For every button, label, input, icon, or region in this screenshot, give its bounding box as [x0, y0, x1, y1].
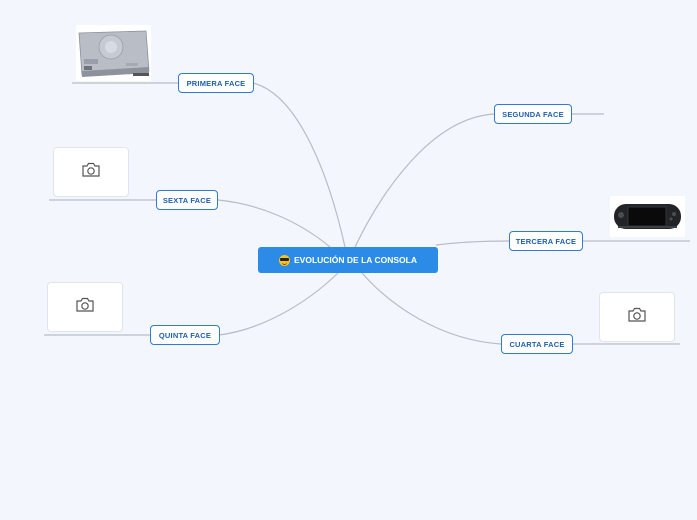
- link-quinta: [218, 272, 339, 336]
- link-tercera: [435, 240, 510, 246]
- camera-icon: [75, 297, 95, 318]
- central-topic-label: EVOLUCIÓN DE LA CONSOLA: [294, 255, 417, 265]
- link-sexta: [217, 199, 331, 248]
- camera-icon: [81, 162, 101, 183]
- topic-quinta-face[interactable]: QUINTA FACE: [150, 325, 220, 345]
- topic-label: TERCERA FACE: [515, 236, 577, 246]
- playstation-console-photo: [76, 25, 151, 81]
- topic-label: QUINTA FACE: [158, 330, 212, 340]
- topic-sexta-face[interactable]: SEXTA FACE: [156, 190, 218, 210]
- image-placeholder-cuarta[interactable]: [599, 292, 675, 342]
- link-segunda: [354, 113, 495, 248]
- sunglasses-emoji-icon: [279, 254, 291, 266]
- central-topic[interactable]: EVOLUCIÓN DE LA CONSOLA: [258, 247, 438, 273]
- topic-tercera-face[interactable]: TERCERA FACE: [509, 231, 583, 251]
- psp-handheld-photo: [610, 196, 685, 237]
- link-primera: [252, 82, 346, 248]
- topic-segunda-face[interactable]: SEGUNDA FACE: [494, 104, 572, 124]
- topic-label: SEXTA FACE: [162, 195, 212, 205]
- topic-label: CUARTA FACE: [509, 339, 565, 349]
- link-cuarta: [361, 272, 502, 345]
- topic-cuarta-face[interactable]: CUARTA FACE: [501, 334, 573, 354]
- camera-icon: [627, 307, 647, 328]
- topic-primera-face[interactable]: PRIMERA FACE: [178, 73, 254, 93]
- topic-label: SEGUNDA FACE: [502, 109, 564, 119]
- image-placeholder-sexta[interactable]: [53, 147, 129, 197]
- topic-label: PRIMERA FACE: [186, 78, 246, 88]
- image-placeholder-quinta[interactable]: [47, 282, 123, 332]
